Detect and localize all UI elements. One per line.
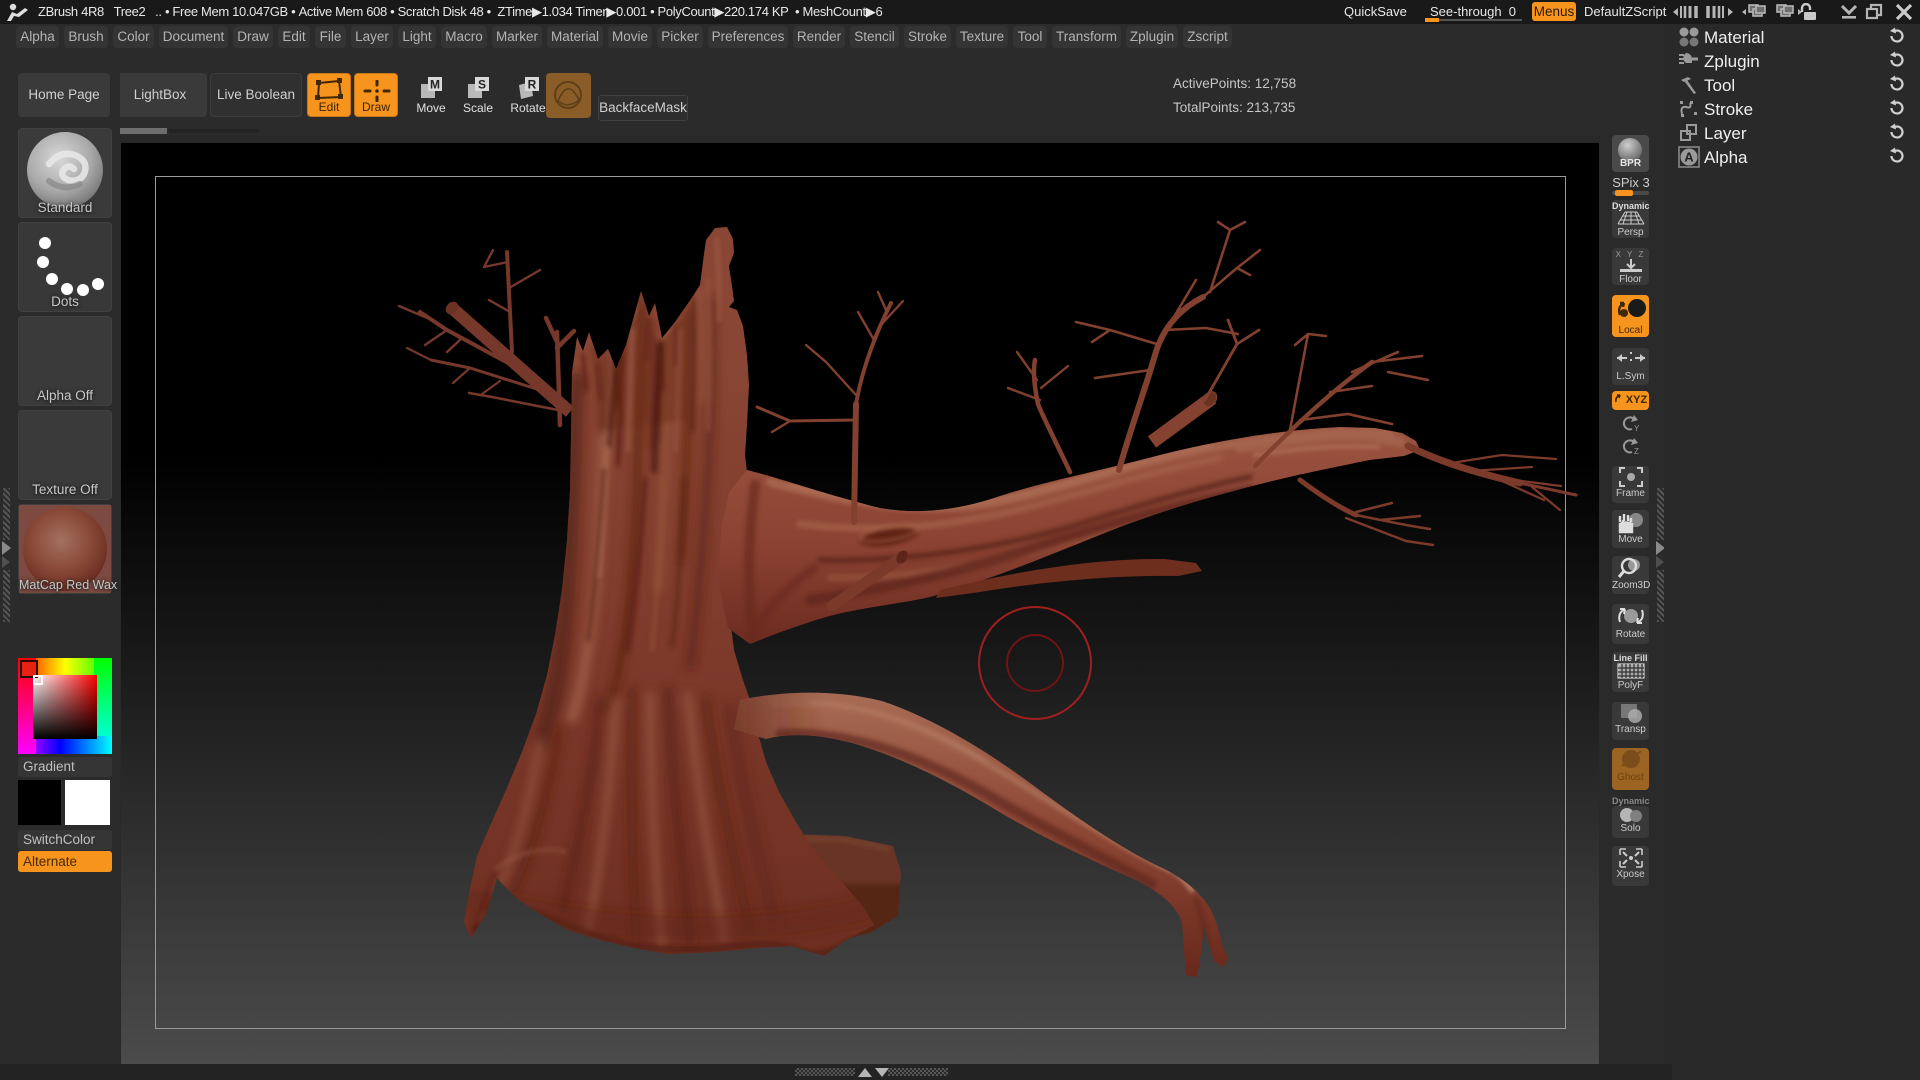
svg-text:BPR: BPR xyxy=(1620,158,1642,169)
svg-text:A: A xyxy=(1684,150,1694,165)
svg-text:Y: Y xyxy=(1634,424,1640,433)
svg-text:M: M xyxy=(430,78,440,92)
svg-text:S: S xyxy=(478,78,486,92)
svg-text:R: R xyxy=(528,78,537,92)
svg-text:Z: Z xyxy=(1634,447,1639,456)
